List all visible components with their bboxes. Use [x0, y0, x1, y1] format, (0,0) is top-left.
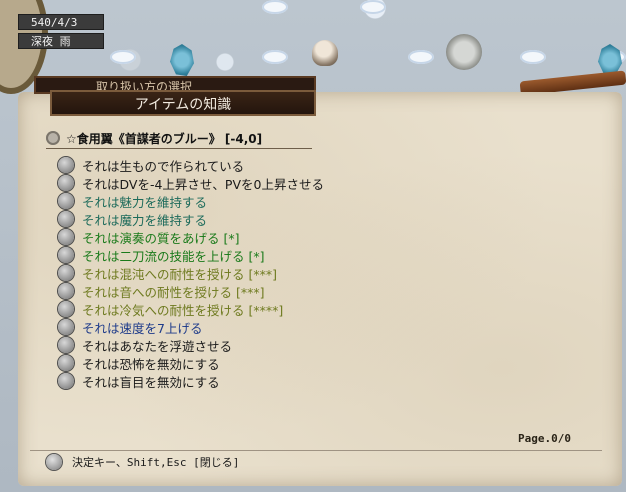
footer-hint: 決定キー、Shift,Esc [閉じる] — [46, 454, 239, 470]
page-indicator: Page.0/0 — [518, 432, 571, 445]
snow-patch — [360, 0, 386, 14]
music-icon — [58, 229, 74, 245]
effect-text: それはあなたを浮遊させる — [82, 338, 233, 354]
effect-text: それは音への耐性を授ける [***] — [82, 284, 265, 300]
sword-icon — [58, 247, 74, 263]
effects-list: それは生もので作られている それはDVを-4上昇させ、PVを0上昇させる それは… — [58, 156, 598, 390]
list-item: それは盲目を無効にする — [58, 372, 598, 390]
snow-patch — [262, 50, 288, 64]
list-item: それは演奏の質をあげる [*] — [58, 228, 598, 246]
list-item: それは魅力を維持する — [58, 192, 598, 210]
list-item: それは混沌への耐性を授ける [***] — [58, 264, 598, 282]
list-item: それは冷気への耐性を授ける [****] — [58, 300, 598, 318]
lightbulb-icon — [46, 454, 62, 470]
snow-patch — [520, 50, 546, 64]
list-item: それは二刀流の技能を上げる [*] — [58, 246, 598, 264]
effect-text: それは混沌への耐性を授ける [***] — [82, 266, 277, 282]
feather-icon — [58, 355, 74, 371]
list-item: それはDVを-4上昇させ、PVを0上昇させる — [58, 174, 598, 192]
creature-sprite[interactable] — [312, 40, 338, 66]
orb-icon — [58, 283, 74, 299]
shield-icon — [58, 157, 74, 173]
armor-icon — [58, 175, 74, 191]
feather-icon — [58, 373, 74, 389]
ice-crystal-icon — [170, 44, 194, 76]
item-header: ☆食用翼《首謀者のブルー》 [-4,0] — [46, 130, 312, 149]
effect-text: それは恐怖を無効にする — [82, 356, 220, 372]
window-title: アイテムの知識 — [50, 90, 316, 116]
list-item: それは音への耐性を授ける [***] — [58, 282, 598, 300]
effect-text: それは魔力を維持する — [82, 212, 208, 228]
hint-text[interactable]: 決定キー、Shift,Esc [閉じる] — [72, 454, 239, 470]
footer-divider — [30, 450, 602, 451]
effect-text: それは盲目を無効にする — [82, 374, 220, 390]
list-item: それは恐怖を無効にする — [58, 354, 598, 372]
item-name: ☆食用翼《首謀者のブルー》 [-4,0] — [66, 132, 263, 146]
orb-icon — [58, 265, 74, 281]
effect-text: それは演奏の質をあげる [*] — [82, 230, 240, 246]
list-item: それは魔力を維持する — [58, 210, 598, 228]
snow-patch — [262, 0, 288, 14]
date-display: 540/4/3 — [18, 14, 104, 30]
list-item: それはあなたを浮遊させる — [58, 336, 598, 354]
item-icon — [46, 131, 60, 145]
effect-text: それはDVを-4上昇させ、PVを0上昇させる — [82, 176, 324, 192]
orb-icon — [58, 301, 74, 317]
feather-icon — [58, 337, 74, 353]
list-item: それは速度を7上げる — [58, 318, 598, 336]
weather-display: 深夜 雨 — [18, 33, 104, 49]
effect-text: それは冷気への耐性を授ける [****] — [82, 302, 284, 318]
effect-text: それは魅力を維持する — [82, 194, 208, 210]
snow-patch — [110, 50, 136, 64]
list-item: それは生もので作られている — [58, 156, 598, 174]
bell-icon — [58, 193, 74, 209]
speed-icon — [58, 319, 74, 335]
bell-icon — [58, 211, 74, 227]
snow-patch — [408, 50, 434, 64]
effect-text: それは二刀流の技能を上げる [*] — [82, 248, 265, 264]
effect-text: それは生もので作られている — [82, 158, 245, 174]
bush-icon — [446, 34, 482, 70]
effect-text: それは速度を7上げる — [82, 320, 203, 336]
